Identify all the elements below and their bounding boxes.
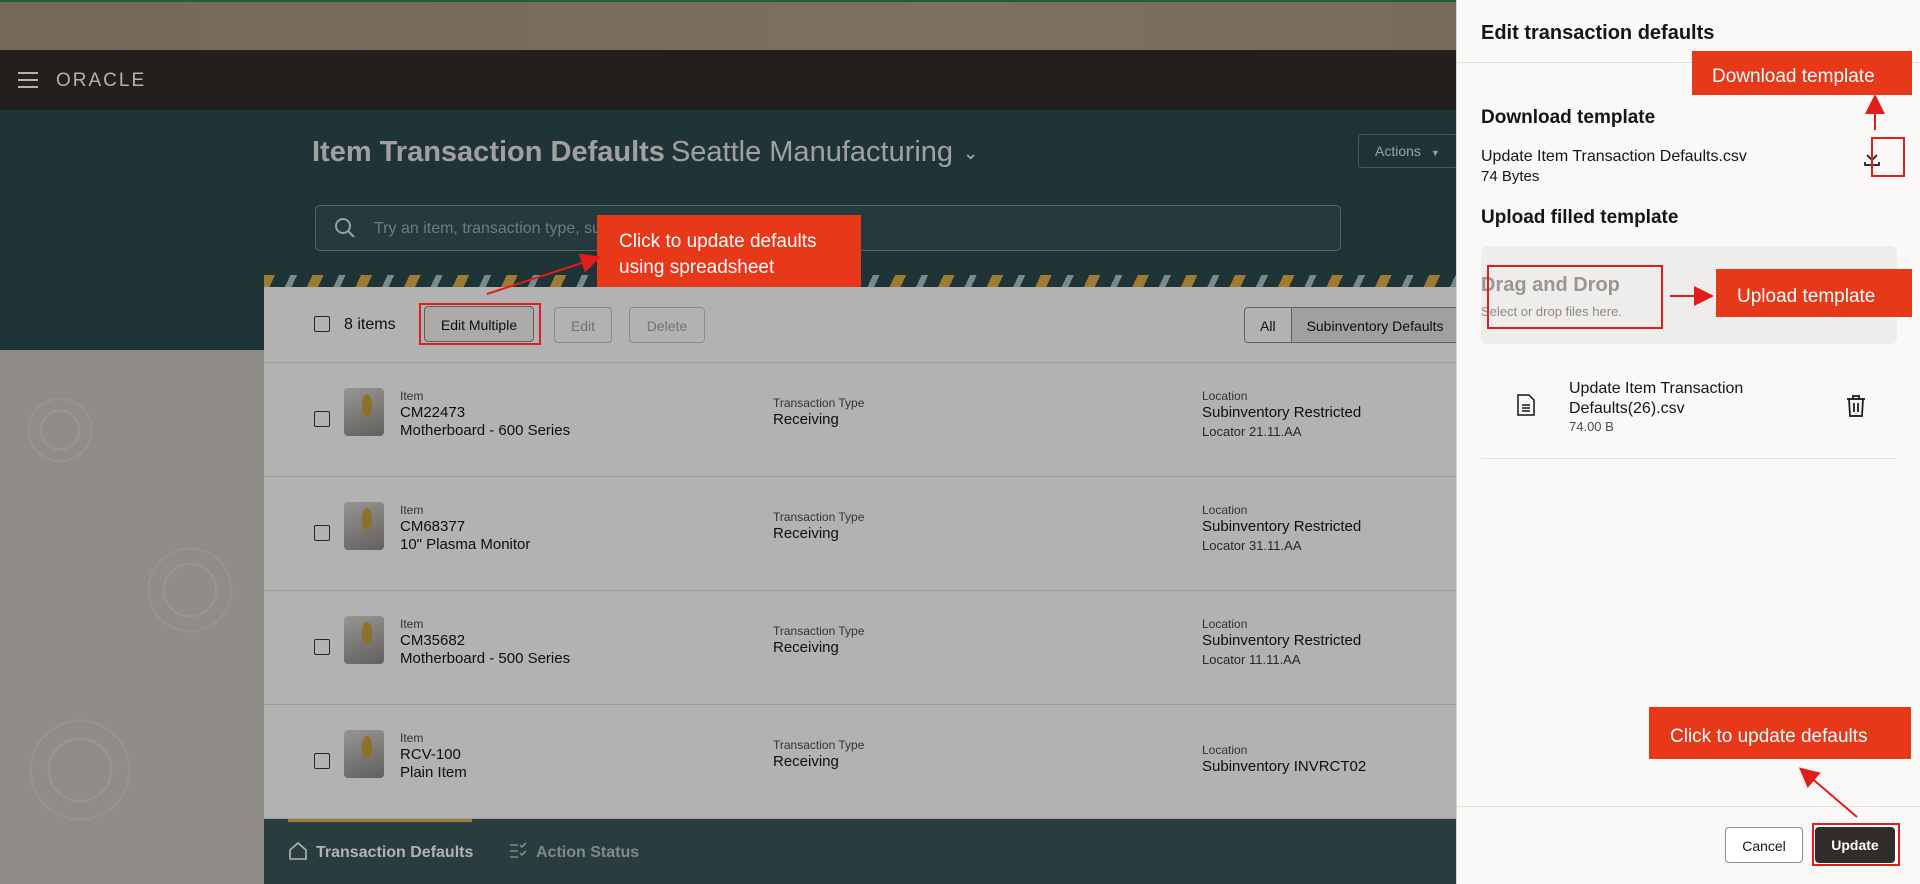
uploaded-file-size: 74.00 B (1569, 419, 1614, 434)
template-file-size: 74 Bytes (1481, 168, 1540, 185)
file-icon (1517, 394, 1535, 416)
download-heading: Download template (1481, 107, 1656, 128)
highlight-update (1812, 823, 1900, 866)
cancel-button[interactable]: Cancel (1725, 827, 1803, 863)
uploaded-file-name: Update Item Transaction Defaults(26).csv (1569, 380, 1744, 417)
trash-icon[interactable] (1845, 394, 1867, 418)
highlight-download (1871, 137, 1905, 177)
callout-line-1: Click to update defaults (619, 231, 817, 252)
callout-update: Click to update defaults (1649, 707, 1911, 759)
highlight-edit-multiple (419, 303, 541, 345)
modal-scrim[interactable] (0, 0, 1456, 884)
upload-heading: Upload filled template (1481, 207, 1679, 228)
footer-divider (1457, 806, 1920, 807)
divider (1481, 458, 1897, 459)
template-file-name: Update Item Transaction Defaults.csv (1481, 148, 1747, 165)
highlight-dropzone (1487, 265, 1663, 329)
callout-download: Download template (1692, 51, 1912, 95)
callout-line-2: using spreadsheet (619, 257, 775, 278)
callout-upload: Upload template (1716, 269, 1912, 317)
callout-edit-multiple: Click to update defaults using spreadshe… (597, 215, 861, 287)
drawer-title: Edit transaction defaults (1481, 22, 1715, 44)
